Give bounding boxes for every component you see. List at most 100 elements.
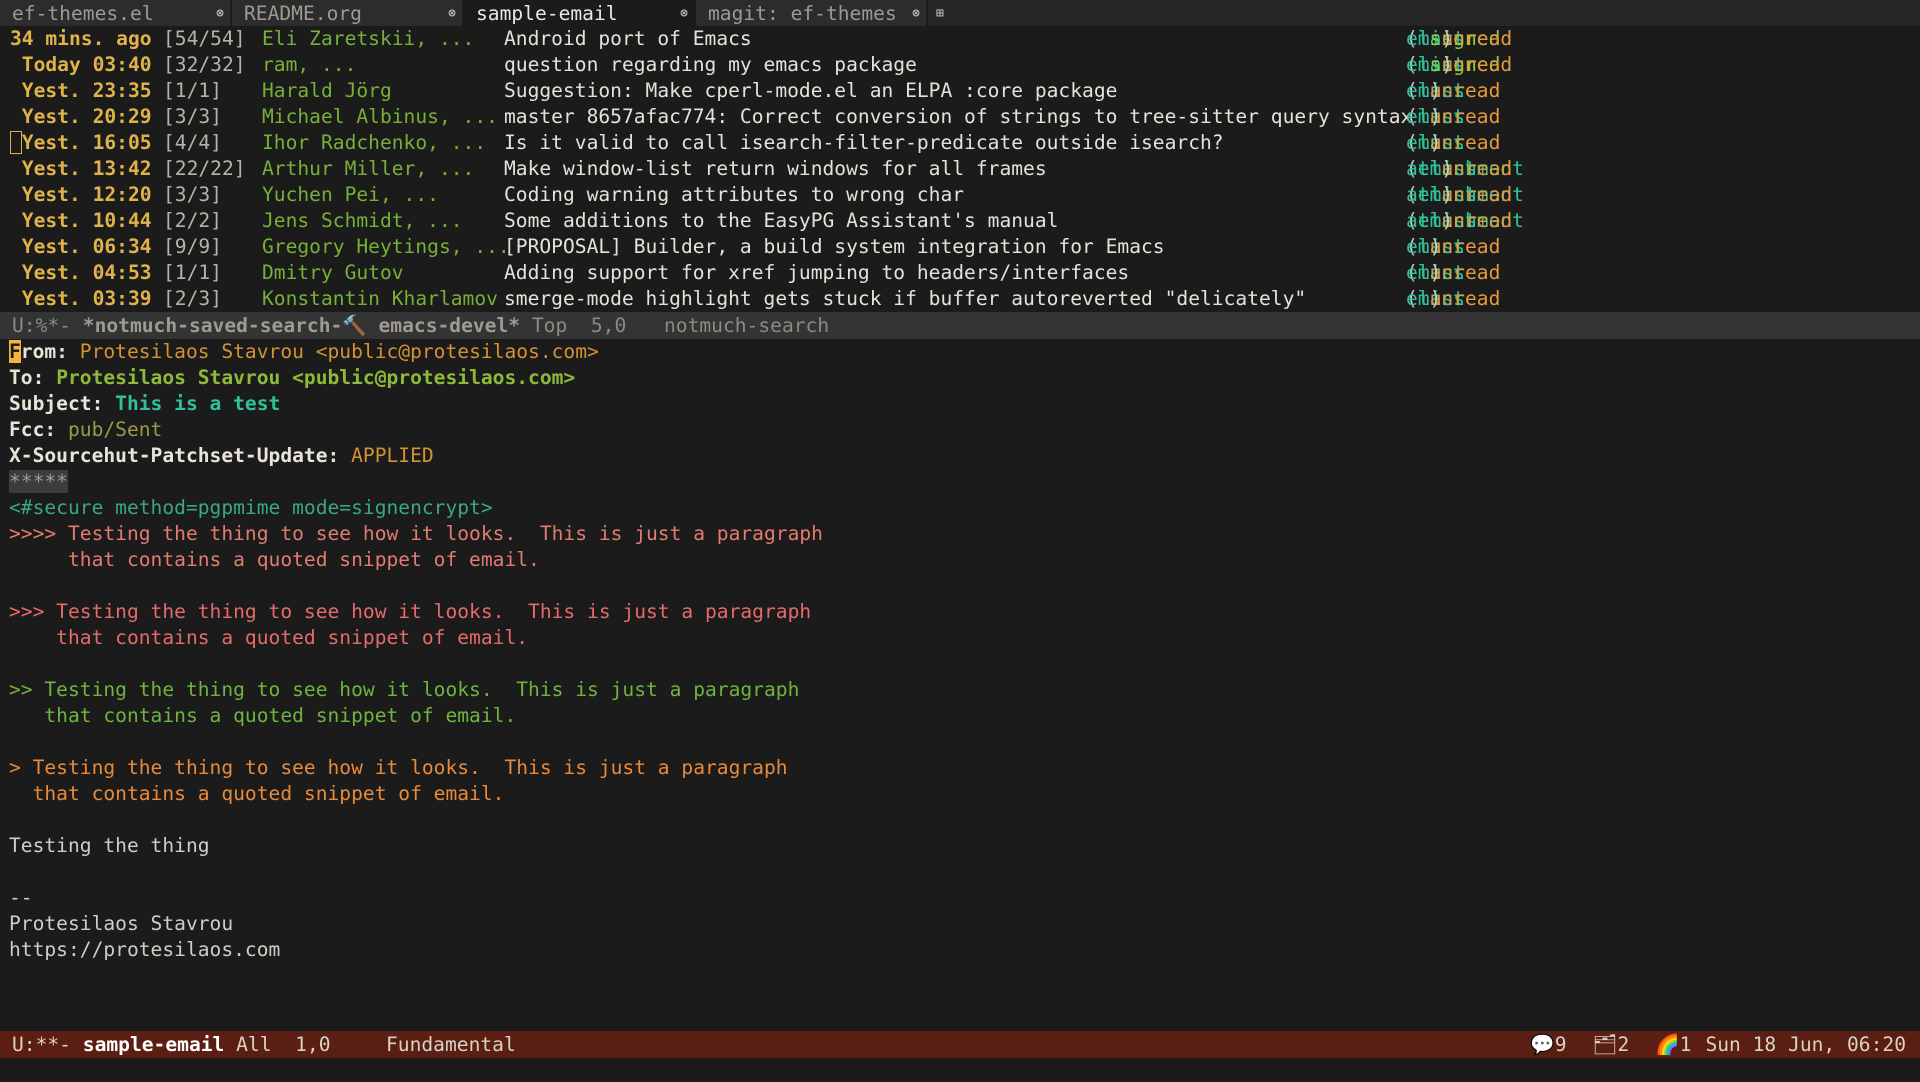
result-subject: [PROPOSAL] Builder, a build system integ… xyxy=(504,235,1165,258)
message-buffer[interactable]: From: Protesilaos Stavrou <public@protes… xyxy=(0,339,1920,1015)
search-result-row[interactable]: Today 03:40 [32/32] ram, ... question regar… xyxy=(10,52,1920,78)
result-tags: (emacs list unread) xyxy=(1406,78,1500,104)
subject-value[interactable]: This is a test xyxy=(115,392,280,415)
result-tags: (emacs list unread) xyxy=(1406,260,1500,286)
close-tab-icon[interactable]: ⊗ xyxy=(216,6,224,21)
tags-close-paren: ) xyxy=(1441,183,1454,206)
search-result-row[interactable]: Yest. 06:34 [9/9] Gregory Heytings, ... [PR… xyxy=(10,234,1920,260)
tab-readme[interactable]: README.org ⊗ xyxy=(232,0,464,26)
fcc-key: Fcc: xyxy=(9,418,57,441)
result-subject: master 8657afac774: Correct conversion o… xyxy=(504,105,1413,128)
search-result-row[interactable]: 34 mins. ago [54/54] Eli Zaretskii, ... And… xyxy=(10,26,1920,52)
modeline-buffer-name-rest[interactable]: emacs-devel* xyxy=(367,314,521,337)
modeline-position: All 1,0 xyxy=(224,1033,331,1056)
new-tab-icon[interactable]: ⊞ xyxy=(928,0,952,26)
result-count: [22/22] xyxy=(163,157,246,180)
result-date: Yest. 10:44 xyxy=(10,209,152,232)
search-result-row[interactable]: Yest. 12:20 [3/3] Yuchen Pei, ... Coding wa… xyxy=(10,182,1920,208)
tab-label: ef-themes.el xyxy=(12,1,154,25)
modeline-major-mode[interactable]: Fundamental xyxy=(386,1031,516,1058)
to-value[interactable]: Protesilaos Stavrou <public@protesilaos.… xyxy=(56,366,575,389)
close-tab-icon[interactable]: ⊗ xyxy=(448,6,456,21)
result-authors: Konstantin Kharlamov xyxy=(262,287,498,310)
result-subject: Is it valid to call isearch-filter-predi… xyxy=(504,131,1224,154)
result-tags: (attachment emacs list unread) xyxy=(1406,208,1524,234)
patchset-value[interactable]: APPLIED xyxy=(351,444,434,467)
search-result-row[interactable]: Yest. 10:44 [2/2] Jens Schmidt, ... Some ad… xyxy=(10,208,1920,234)
modeline-buffer-name[interactable]: *notmuch-saved-search- xyxy=(83,314,343,337)
result-date: Yest. 23:35 xyxy=(10,79,152,102)
result-authors: Arthur Miller, ... xyxy=(262,157,475,180)
result-authors: Michael Albinus, ... xyxy=(262,105,498,128)
tab-label: README.org xyxy=(244,1,362,25)
quote-level-4-line2: that contains a quoted snippet of email. xyxy=(9,548,540,571)
result-count: [32/32] xyxy=(163,53,246,76)
hollow-cursor xyxy=(10,131,22,154)
modeline-buffer-name[interactable]: sample-email xyxy=(83,1033,225,1056)
hammer-icon: 🔨 xyxy=(342,314,367,337)
modeline-position: Top 5,0 xyxy=(520,314,627,337)
close-tab-icon[interactable]: ⊗ xyxy=(912,6,920,21)
fcc-value[interactable]: pub/Sent xyxy=(68,418,162,441)
result-count: [4/4] xyxy=(163,131,222,154)
tab-sample-email[interactable]: sample-email ⊗ xyxy=(464,0,696,26)
result-date: Yest. 20:29 xyxy=(10,105,152,128)
result-count: [54/54] xyxy=(163,27,246,50)
result-authors: Gregory Heytings, ... xyxy=(262,235,510,258)
body-text: Testing the thing xyxy=(9,834,210,857)
search-result-row[interactable]: Yest. 23:35 [1/1] Harald Jörg Suggestion: M… xyxy=(10,78,1920,104)
result-subject: Make window-list return windows for all … xyxy=(504,157,1047,180)
result-date: Today 03:40 xyxy=(10,53,152,76)
search-result-row[interactable]: Yest. 03:39 [2/3] Konstantin Kharlamov smer… xyxy=(10,286,1920,312)
quote-level-4-line1: >>>> Testing the thing to see how it loo… xyxy=(9,522,823,545)
result-subject: Suggestion: Make cperl-mode.el an ELPA :… xyxy=(504,79,1118,102)
result-date: Yest. 12:20 xyxy=(10,183,152,206)
tags-close-paren: ) xyxy=(1429,105,1442,128)
result-date: Yest. 03:39 xyxy=(10,287,152,310)
chat-icon[interactable]: 💬 xyxy=(1530,1031,1554,1058)
header-separator-line: ***** xyxy=(9,469,1920,495)
search-result-row[interactable]: Yest. 13:42 [22/22] Arthur Miller, ... Make… xyxy=(10,156,1920,182)
quote-level-2-line2: that contains a quoted snippet of email. xyxy=(9,704,517,727)
tags-close-paren: ) xyxy=(1441,27,1454,50)
close-tab-icon[interactable]: ⊗ xyxy=(680,6,688,21)
signature-name: Protesilaos Stavrou xyxy=(9,912,234,935)
search-results: 34 mins. ago [54/54] Eli Zaretskii, ... And… xyxy=(0,26,1920,312)
tab-magit[interactable]: magit: ef-themes ⊗ xyxy=(696,0,928,26)
tags-close-paren: ) xyxy=(1429,287,1442,310)
search-result-row[interactable]: Yest. 20:29 [3/3] Michael Albinus, ... mast… xyxy=(10,104,1920,130)
echo-area xyxy=(0,1058,1920,1082)
result-tags: (emacs list signed unread) xyxy=(1406,52,1512,78)
modeline-major-mode[interactable]: notmuch-search xyxy=(664,312,829,339)
result-authors: Yuchen Pei, ... xyxy=(262,183,439,206)
result-count: [3/3] xyxy=(163,105,222,128)
from-value[interactable]: Protesilaos Stavrou <public@protesilaos.… xyxy=(80,340,599,363)
patchset-header: X-Sourcehut-Patchset-Update: APPLIED xyxy=(9,443,1920,469)
result-subject: Adding support for xref jumping to heade… xyxy=(504,261,1130,284)
search-result-row[interactable]: Yest. 04:53 [1/1] Dmitry Gutov Adding suppo… xyxy=(10,260,1920,286)
tab-ef-themes[interactable]: ef-themes.el ⊗ xyxy=(0,0,232,26)
notifications-count: 9 xyxy=(1554,1033,1567,1056)
signature-url[interactable]: https://protesilaos.com xyxy=(9,937,1920,963)
secure-tag: <#secure method=pgpmime mode=signencrypt… xyxy=(9,496,493,519)
search-result-row[interactable]: Yest. 16:05 [4/4] Ihor Radchenko, ... Is it… xyxy=(10,130,1920,156)
result-subject: Some additions to the EasyPG Assistant's… xyxy=(504,209,1059,232)
folder-count: 2 xyxy=(1617,1033,1630,1056)
tab-label: magit: ef-themes xyxy=(708,1,897,25)
result-date: Yest. 16:05 xyxy=(10,130,152,156)
result-tags: (attachment emacs list unread) xyxy=(1406,182,1524,208)
rainbow-icon[interactable]: 🌈 xyxy=(1655,1031,1679,1058)
quote-level-3-line2: that contains a quoted snippet of email. xyxy=(9,626,529,649)
result-tags: (emacs list unread) xyxy=(1406,104,1500,130)
result-subject: question regarding my emacs package xyxy=(504,53,917,76)
result-tags: (emacs list unread) xyxy=(1406,286,1500,312)
result-date: 34 mins. ago xyxy=(10,27,152,50)
result-count: [9/9] xyxy=(163,235,222,258)
result-date: Yest. 04:53 xyxy=(10,261,152,284)
folder-icon[interactable]: 🗂 xyxy=(1593,1031,1618,1058)
